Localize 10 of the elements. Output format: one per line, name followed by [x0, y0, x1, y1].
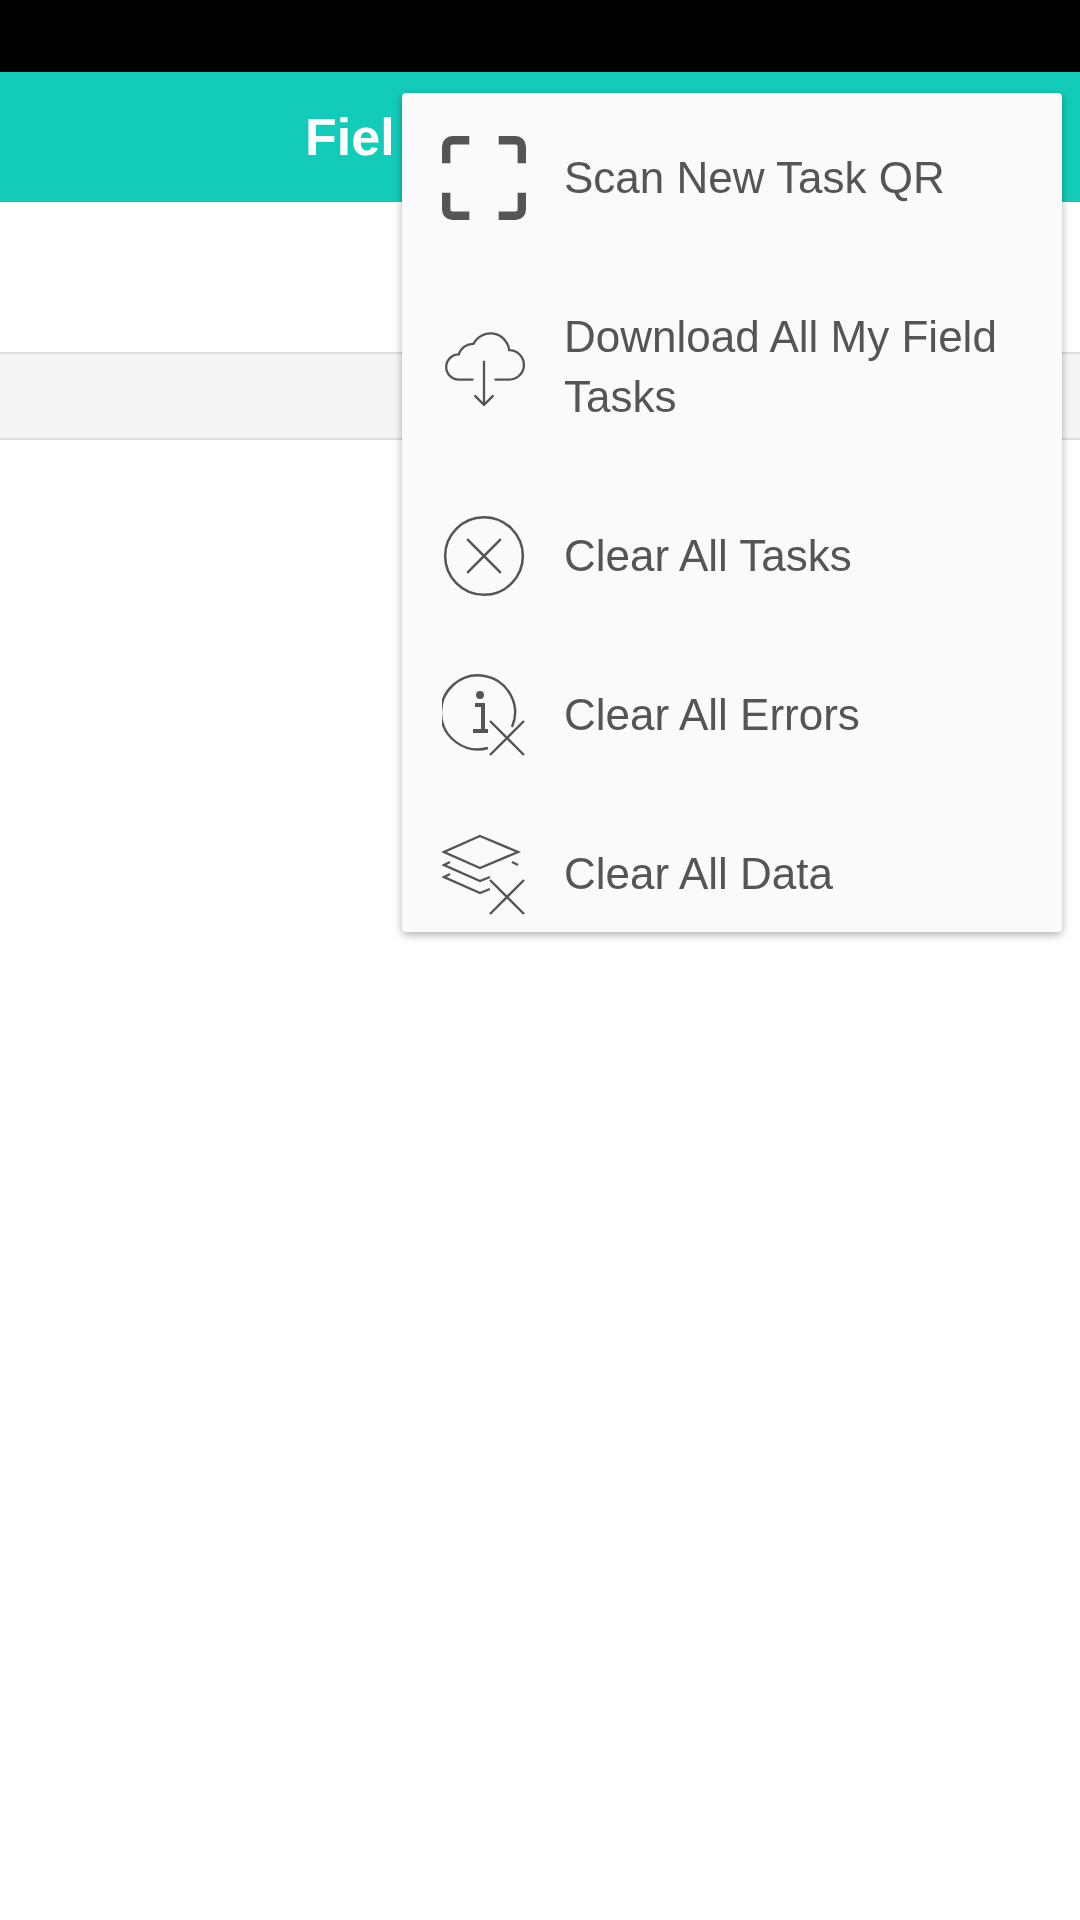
layers-clear-icon — [442, 832, 526, 916]
menu-item[interactable]: Clear All Data — [402, 789, 1062, 932]
app-title: Fiel — [305, 107, 395, 167]
menu-item[interactable]: Scan New Task QR — [402, 93, 1062, 263]
info-clear-icon — [442, 673, 526, 757]
menu-item[interactable]: Clear All Tasks — [402, 471, 1062, 641]
menu-item[interactable]: Clear All Errors — [402, 641, 1062, 789]
menu-item[interactable]: Download All My Field Tasks — [402, 263, 1062, 471]
close-circle-icon — [442, 514, 526, 598]
scan-frame-icon — [442, 136, 526, 220]
